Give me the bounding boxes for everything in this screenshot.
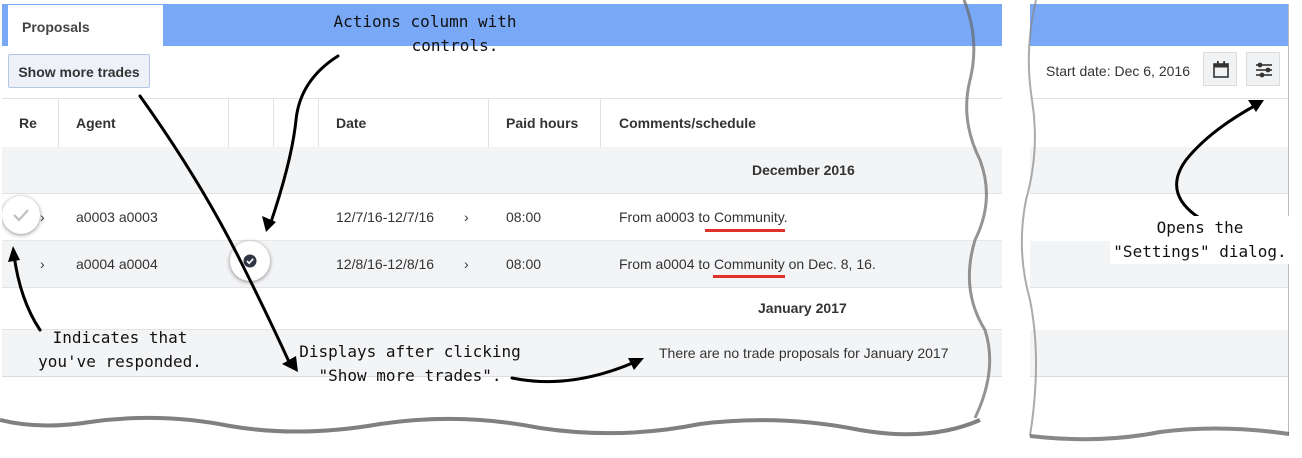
column-divider bbox=[318, 99, 319, 147]
group-label: December 2016 bbox=[752, 162, 855, 178]
column-divider bbox=[600, 99, 601, 147]
comment-text: From a0004 to bbox=[619, 256, 714, 272]
date-cell: 12/7/16-12/7/16 bbox=[336, 209, 435, 225]
annotation-line: Indicates that bbox=[52, 328, 188, 347]
column-divider bbox=[488, 99, 489, 147]
annotation-actions-column: Actions column with controls. bbox=[330, 10, 520, 58]
annotation-line: controls. bbox=[411, 36, 499, 55]
show-more-trades-button[interactable]: Show more trades bbox=[8, 54, 150, 88]
date-cell: 12/8/16-12/8/16 bbox=[336, 256, 435, 272]
community-link[interactable]: Community bbox=[714, 209, 784, 225]
start-date-label: Start date: Dec 6, 2016 bbox=[1046, 63, 1190, 79]
annotation-responded: Indicates that you've responded. bbox=[20, 326, 220, 374]
group-label: January 2017 bbox=[758, 300, 847, 316]
paid-hours-cell: 08:00 bbox=[506, 209, 542, 225]
annotation-line: Displays after clicking bbox=[299, 342, 521, 361]
column-header-paid-hours[interactable]: Paid hours bbox=[506, 99, 578, 147]
table-row[interactable]: › a0003 a0003 12/7/16-12/7/16 › 08:00 Fr… bbox=[2, 194, 1002, 241]
table-header bbox=[1030, 98, 1288, 149]
column-header-comments[interactable]: Comments/schedule bbox=[619, 99, 756, 147]
accept-action-button[interactable] bbox=[230, 241, 270, 281]
comments-cell: From a0003 to Community. bbox=[619, 194, 788, 240]
community-link[interactable]: Community bbox=[714, 256, 785, 272]
column-header-re[interactable]: Re bbox=[19, 99, 37, 147]
date-chevron-icon[interactable]: › bbox=[464, 241, 469, 287]
column-divider bbox=[273, 99, 274, 147]
group-row bbox=[1030, 147, 1288, 194]
annotation-line: "Show more trades". bbox=[318, 366, 502, 385]
comment-text: on Dec. 8, 16. bbox=[784, 256, 876, 272]
table-row[interactable]: › a0004 a0004 12/8/16-12/8/16 › 08:00 Fr… bbox=[2, 241, 1002, 288]
annotation-displays-after: Displays after clicking "Show more trade… bbox=[290, 340, 530, 388]
agent-cell: a0004 a0004 bbox=[76, 256, 158, 272]
column-header-date[interactable]: Date bbox=[336, 99, 366, 147]
highlight-underline bbox=[713, 275, 785, 278]
annotation-line: you've responded. bbox=[38, 352, 202, 371]
calendar-icon bbox=[1213, 61, 1229, 78]
column-divider bbox=[58, 99, 59, 147]
table-row bbox=[1030, 330, 1288, 377]
annotation-line: Actions column with bbox=[333, 12, 517, 31]
column-divider bbox=[228, 99, 229, 147]
highlight-underline bbox=[705, 229, 785, 232]
check-circle-icon bbox=[243, 254, 257, 268]
table-header: Re Agent Date Paid hours Comments/schedu… bbox=[2, 98, 1002, 149]
annotation-line: Opens the bbox=[1156, 218, 1244, 237]
expand-chevron-icon[interactable]: › bbox=[40, 241, 45, 287]
check-icon bbox=[13, 209, 29, 222]
empty-message: There are no trade proposals for January… bbox=[659, 345, 949, 361]
annotation-settings: Opens the "Settings" dialog. bbox=[1110, 216, 1290, 264]
settings-button[interactable] bbox=[1246, 52, 1280, 86]
group-row-december: December 2016 bbox=[2, 147, 1002, 194]
comments-cell: From a0004 to Community on Dec. 8, 16. bbox=[619, 241, 876, 287]
paid-hours-cell: 08:00 bbox=[506, 256, 542, 272]
comment-text: From a0003 to bbox=[619, 209, 714, 225]
expand-chevron-icon[interactable]: › bbox=[40, 194, 45, 240]
tab-proposals[interactable]: Proposals bbox=[8, 5, 163, 46]
annotation-line: "Settings" dialog. bbox=[1113, 242, 1287, 261]
sliders-icon bbox=[1256, 62, 1272, 78]
calendar-button[interactable] bbox=[1203, 52, 1237, 86]
column-header-agent[interactable]: Agent bbox=[76, 99, 116, 147]
header-bar bbox=[1030, 4, 1288, 46]
date-chevron-icon[interactable]: › bbox=[464, 194, 469, 240]
responded-indicator bbox=[2, 196, 40, 234]
agent-cell: a0003 a0003 bbox=[76, 209, 158, 225]
comment-text: . bbox=[783, 209, 788, 225]
group-row-january: January 2017 bbox=[2, 287, 1002, 330]
